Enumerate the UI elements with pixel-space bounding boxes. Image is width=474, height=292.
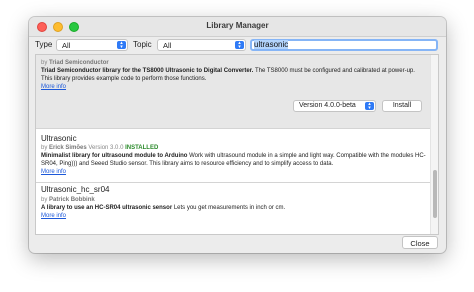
library-title: Ultrasonic_hc_sr04 <box>41 185 110 194</box>
library-description: Triad Semiconductor library for the TS80… <box>41 68 426 83</box>
library-summary: Minimalist library for ultrasound module… <box>41 153 188 159</box>
type-select[interactable]: All ▴ ▾ <box>56 39 128 51</box>
library-author: Patrick Bobbink <box>49 197 95 203</box>
close-button[interactable]: Close <box>402 236 438 249</box>
library-details: Lets you get measurements in inch or cm. <box>172 205 286 211</box>
by-label: by <box>41 145 48 151</box>
library-list[interactable]: by Triad Semiconductor Triad Semiconduct… <box>35 54 439 235</box>
title-bar: Library Manager <box>29 17 446 37</box>
topic-label: Topic <box>133 40 152 49</box>
installed-badge: INSTALLED <box>125 145 159 151</box>
by-label: by <box>41 60 48 66</box>
topic-select[interactable]: All ▴ ▾ <box>157 39 246 51</box>
library-author: Erick Simões <box>49 145 87 151</box>
library-description: Minimalist library for ultrasound module… <box>41 153 426 168</box>
library-manager-window: Library Manager Type All ▴ ▾ Topic All ▴ ▾… <box>29 17 446 253</box>
more-info-link[interactable]: More info <box>41 169 66 175</box>
chevron-updown-icon: ▴ ▾ <box>235 41 244 50</box>
library-meta: by Erick Simões Version 3.0.0 INSTALLED <box>41 145 158 151</box>
list-item[interactable]: Ultrasonic by Erick Simões Version 3.0.0… <box>36 129 432 182</box>
search-input-value: ultrasonic <box>254 40 289 49</box>
library-version: Version 3.0.0 <box>88 145 124 151</box>
version-select[interactable]: Version 4.0.0-beta ▴ ▾ <box>293 100 376 112</box>
list-item[interactable]: Ultrasonic_hc_sr04 by Patrick Bobbink A … <box>36 183 432 234</box>
library-summary: Triad Semiconductor library for the TS80… <box>41 68 254 74</box>
search-input[interactable]: ultrasonic <box>250 39 438 51</box>
scrollbar-thumb[interactable] <box>433 170 437 218</box>
topic-select-value: All <box>163 41 172 50</box>
filter-bar: Type All ▴ ▾ Topic All ▴ ▾ ultrasonic <box>29 37 446 54</box>
library-meta: by Triad Semiconductor <box>41 60 109 66</box>
library-meta: by Patrick Bobbink <box>41 197 95 203</box>
window-title: Library Manager <box>206 21 269 30</box>
type-select-value: All <box>62 41 71 50</box>
more-info-link[interactable]: More info <box>41 84 66 90</box>
library-title: Ultrasonic <box>41 134 77 143</box>
library-summary: A library to use an HC-SR04 ultrasonic s… <box>41 205 173 211</box>
install-button[interactable]: Install <box>382 100 422 112</box>
more-info-link[interactable]: More info <box>41 213 66 219</box>
chevron-updown-icon: ▴ ▾ <box>117 41 126 50</box>
list-item[interactable]: by Triad Semiconductor Triad Semiconduct… <box>36 55 432 128</box>
chevron-updown-icon: ▴ ▾ <box>365 102 374 111</box>
version-select-value: Version 4.0.0-beta <box>299 102 356 109</box>
by-label: by <box>41 197 48 203</box>
library-description: A library to use an HC-SR04 ultrasonic s… <box>41 205 426 213</box>
type-label: Type <box>35 40 53 49</box>
library-author: Triad Semiconductor <box>49 60 109 66</box>
list-scrollbar[interactable] <box>430 55 438 234</box>
